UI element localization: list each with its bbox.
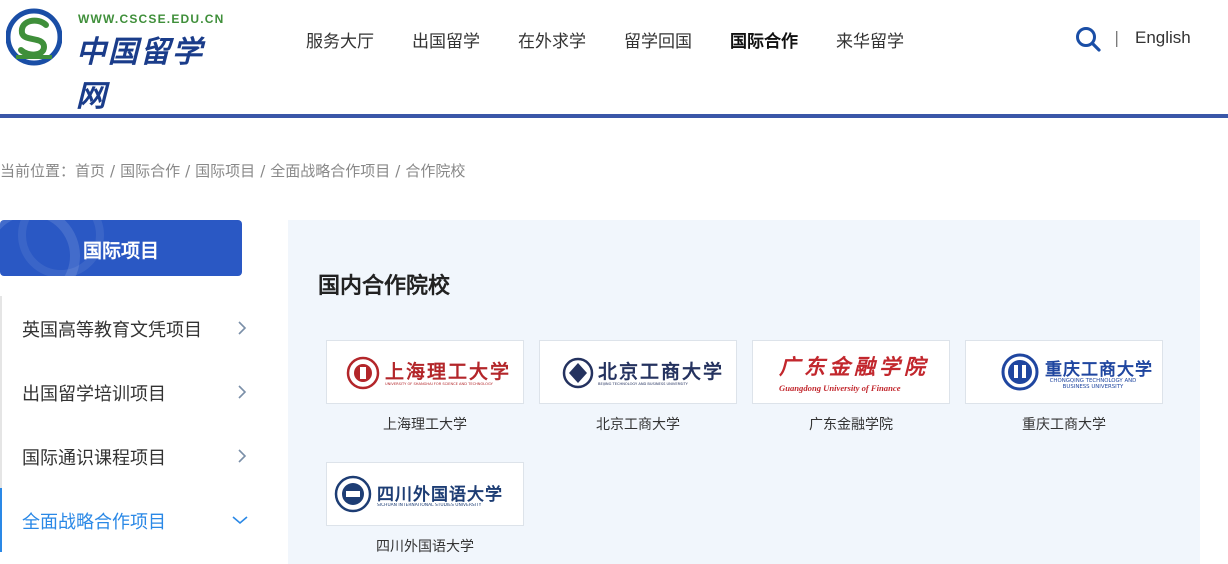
nav-item-studying-overseas[interactable]: 在外求学 (518, 27, 586, 52)
breadcrumb-separator: / (185, 162, 191, 180)
logo-chinese-text: 中国留学网 (76, 35, 204, 114)
breadcrumb-international-projects[interactable]: 国际项目 (195, 162, 255, 180)
breadcrumb-separator: / (395, 162, 401, 180)
sidebar-menu: 英国高等教育文凭项目 出国留学培训项目 国际通识课程项目 全面战略合作项目 (0, 296, 260, 552)
nav-item-study-in-china[interactable]: 来华留学 (836, 27, 904, 52)
school-logo-wordmark: 北京工商大学 (598, 361, 725, 383)
school-logo-wordmark: 广东金融学院 (779, 354, 929, 379)
sidebar-title-box: 国际项目 (0, 220, 242, 276)
school-name: 重庆工商大学 (1022, 417, 1106, 433)
page-title: 国内合作院校 (318, 274, 451, 299)
breadcrumb-home[interactable]: 首页 (75, 162, 105, 180)
school-name: 上海理工大学 (383, 417, 467, 433)
school-card[interactable]: 上海理工大学 UNIVERSITY OF SHANGHAI FOR SCIENC… (326, 340, 524, 434)
breadcrumb-international-cooperation[interactable]: 国际合作 (120, 162, 180, 180)
breadcrumb-partner-schools: 合作院校 (405, 162, 466, 180)
school-card[interactable]: 重庆工商大学 CHONGQING TECHNOLOGY AND BUSINESS… (965, 340, 1163, 434)
school-logo-wordmark: 重庆工商大学 (1045, 360, 1153, 380)
sidebar-item-label: 出国留学培训项目 (22, 384, 166, 405)
school-name: 四川外国语大学 (376, 539, 474, 555)
site-header: WWW.CSCSE.EDU.CN 中国留学网 服务大厅 出国留学 在外求学 留学… (0, 0, 1228, 114)
main-nav: 服务大厅 出国留学 在外求学 留学回国 国际合作 来华留学 (306, 27, 942, 52)
school-card[interactable]: 北京工商大学 BEIJING TECHNOLOGY AND BUSINESS U… (539, 340, 737, 434)
school-logo: 四川外国语大学 SICHUAN INTERNATIONAL STUDIES UN… (326, 462, 524, 526)
sidebar-item-strategic-cooperation[interactable]: 全面战略合作项目 (0, 488, 260, 552)
breadcrumb-strategic-projects[interactable]: 全面战略合作项目 (270, 162, 390, 180)
english-link[interactable]: English (1135, 28, 1191, 48)
school-logo: 重庆工商大学 CHONGQING TECHNOLOGY AND BUSINESS… (965, 340, 1163, 404)
nav-item-study-abroad[interactable]: 出国留学 (412, 27, 480, 52)
nav-item-return[interactable]: 留学回国 (624, 27, 692, 52)
sidebar-item-uk-hnd[interactable]: 英国高等教育文凭项目 (0, 296, 260, 360)
sidebar-title: 国际项目 (82, 240, 159, 262)
search-icon[interactable] (1075, 26, 1101, 52)
sidebar-item-study-abroad-training[interactable]: 出国留学培训项目 (0, 360, 260, 424)
header-separator: | (1114, 28, 1120, 47)
breadcrumb-separator: / (260, 162, 266, 180)
sidebar-item-label: 全面战略合作项目 (22, 512, 166, 533)
nav-item-international-cooperation[interactable]: 国际合作 (730, 27, 798, 52)
logo-url-text: WWW.CSCSE.EDU.CN (78, 12, 225, 26)
school-logo-english: UNIVERSITY OF SHANGHAI FOR SCIENCE AND T… (385, 382, 493, 386)
breadcrumb: 当前位置：首页 / 国际合作 / 国际项目 / 全面战略合作项目 / 合作院校 (0, 160, 465, 181)
chevron-right-icon (238, 385, 247, 399)
chevron-right-icon (238, 321, 247, 335)
breadcrumb-separator: / (110, 162, 116, 180)
sidebar-item-general-courses[interactable]: 国际通识课程项目 (0, 424, 260, 488)
school-logo: 上海理工大学 UNIVERSITY OF SHANGHAI FOR SCIENC… (326, 340, 524, 404)
school-logo-wordmark: 四川外国语大学 (377, 485, 503, 505)
sidebar-item-label: 国际通识课程项目 (22, 448, 166, 469)
cscse-emblem-icon (6, 8, 62, 66)
school-card[interactable]: 四川外国语大学 SICHUAN INTERNATIONAL STUDIES UN… (326, 462, 524, 556)
school-logo: 广东金融学院 Guangdong University of Finance (752, 340, 950, 404)
sidebar-item-label: 英国高等教育文凭项目 (22, 320, 202, 341)
school-logo-english: SICHUAN INTERNATIONAL STUDIES UNIVERSITY (377, 503, 482, 508)
school-name: 北京工商大学 (596, 417, 680, 433)
school-card[interactable]: 广东金融学院 Guangdong University of Finance 广… (752, 340, 950, 434)
school-name: 广东金融学院 (809, 417, 893, 433)
school-logo-english: CHONGQING TECHNOLOGY AND BUSINESS UNIVER… (1049, 378, 1137, 390)
school-logo: 北京工商大学 BEIJING TECHNOLOGY AND BUSINESS U… (539, 340, 737, 404)
chevron-right-icon (238, 449, 247, 463)
content-panel: 国内合作院校 上海理工大学 UNIVERSITY OF SHANGHAI FOR… (288, 220, 1200, 564)
school-logo-english: BEIJING TECHNOLOGY AND BUSINESS UNIVERSI… (598, 382, 688, 386)
nav-item-service-hall[interactable]: 服务大厅 (306, 27, 374, 52)
site-logo[interactable]: WWW.CSCSE.EDU.CN 中国留学网 (6, 8, 226, 114)
school-logo-wordmark: 上海理工大学 (385, 361, 512, 383)
chevron-down-icon (232, 516, 248, 525)
header-rule (0, 114, 1228, 118)
breadcrumb-prefix: 当前位置： (0, 162, 76, 180)
school-logo-english: Guangdong University of Finance (779, 383, 901, 393)
